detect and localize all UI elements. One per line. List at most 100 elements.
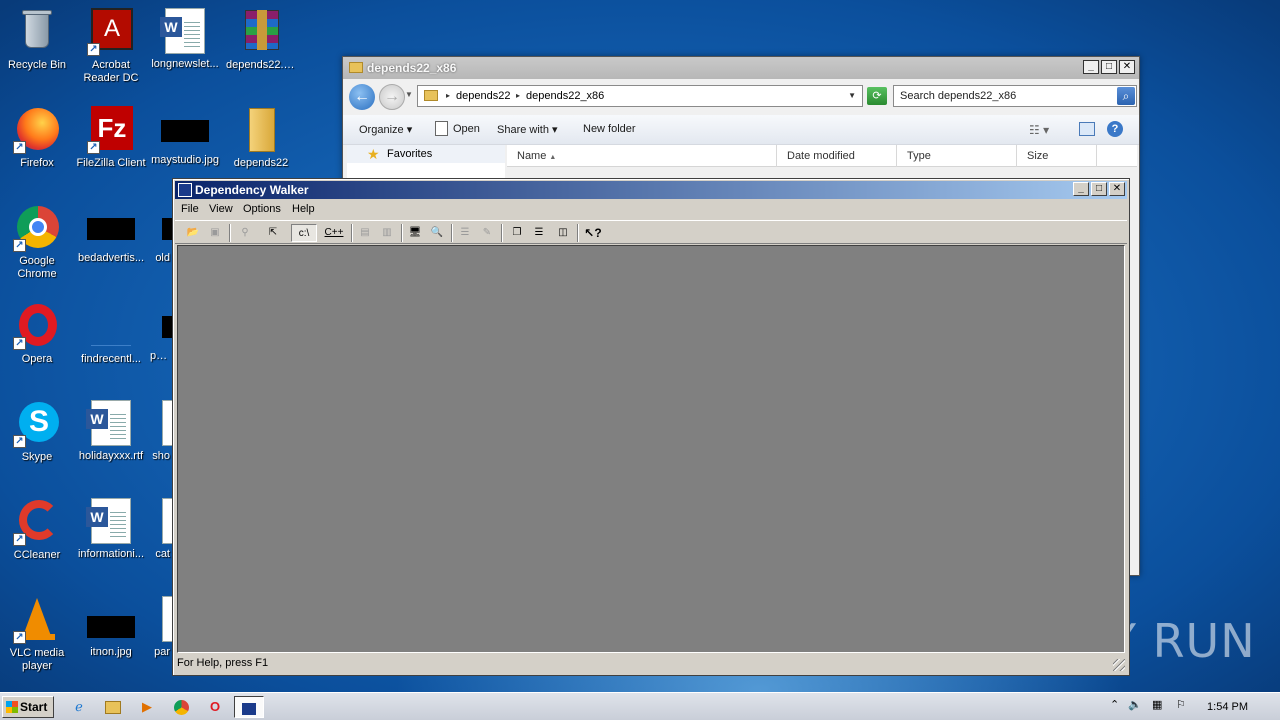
desktop-icon-holidayxxx[interactable]: W holidayxxx.rtf: [74, 400, 148, 463]
desktop-icon-sho[interactable]: sho: [148, 400, 172, 463]
collapse-icon[interactable]: ✎: [477, 224, 497, 242]
back-arrow-icon[interactable]: ←: [349, 84, 375, 110]
view-options-icon[interactable]: ☷ ▾: [1029, 123, 1049, 137]
organize-button[interactable]: Organize ▾: [359, 123, 412, 136]
desktop-icon-label: old: [155, 252, 170, 264]
save-icon[interactable]: ▣: [205, 224, 225, 242]
desktop-icon-informationi[interactable]: W informationi...: [74, 498, 148, 561]
column-header-name[interactable]: Name ▲: [507, 145, 777, 167]
search-input[interactable]: Search depends22_x86 ⌕: [893, 85, 1137, 107]
desktop-icon-findrecentl[interactable]: findrecentl...: [74, 302, 148, 366]
vlc-cone-icon: ↗: [13, 596, 61, 644]
mdi-client-area[interactable]: [177, 245, 1125, 653]
desktop-icon-depends22-folder[interactable]: depends22: [224, 106, 298, 170]
sort-ascending-icon: ▲: [549, 154, 557, 161]
forward-arrow-icon[interactable]: →: [379, 84, 405, 110]
desktop-icon-opera[interactable]: ↗ Opera: [0, 302, 74, 366]
open-folder-icon[interactable]: 📂: [183, 224, 203, 242]
opera-taskbar-icon[interactable]: O: [202, 696, 228, 718]
desktop-icon-par[interactable]: par: [148, 596, 172, 659]
full-paths-icon[interactable]: ⇱: [263, 224, 283, 242]
action-center-flag-icon[interactable]: ⚐: [1176, 698, 1186, 711]
chrome-taskbar-icon[interactable]: [168, 696, 194, 718]
search-icon[interactable]: ⌕: [1117, 87, 1135, 105]
address-dropdown-icon[interactable]: ▼: [848, 86, 856, 106]
desktop-icon-vlc[interactable]: ↗ VLC media player: [0, 596, 74, 673]
tile-horizontal-icon[interactable]: ☰: [529, 224, 549, 242]
desktop-icon-acrobat[interactable]: A ↗ Acrobat Reader DC: [74, 8, 148, 85]
help-icon[interactable]: ?: [1107, 121, 1123, 137]
menu-options[interactable]: Options: [243, 203, 281, 215]
expand-icon[interactable]: ☰: [455, 224, 475, 242]
minimize-button[interactable]: _: [1083, 60, 1099, 74]
external-viewer-icon[interactable]: 🔍: [427, 224, 447, 242]
desktop-icon-label: Recycle Bin: [7, 59, 67, 71]
dependency-walker-taskbar-button[interactable]: [234, 696, 264, 718]
breadcrumb-chevron-icon[interactable]: ▸: [516, 86, 520, 106]
address-bar[interactable]: ▸ depends22 ▸ depends22_x86 ▼: [417, 85, 863, 107]
cascade-icon[interactable]: ❐: [507, 224, 527, 242]
desktop-icon-firefox[interactable]: ↗ Firefox: [0, 106, 74, 170]
media-player-icon[interactable]: ▶: [134, 696, 160, 718]
image-thumbnail: [87, 616, 135, 638]
desktop-icon-old[interactable]: old: [148, 204, 172, 265]
context-help-icon[interactable]: ↖?: [583, 224, 603, 242]
desktop-icon-chrome[interactable]: ↗ Google Chrome: [0, 204, 74, 281]
resize-grip[interactable]: [1113, 659, 1125, 671]
modules-icon[interactable]: ▤: [355, 224, 375, 242]
dependency-walker-window[interactable]: Dependency Walker _ □ ✕ File View Option…: [172, 178, 1130, 676]
folder-icon: [349, 62, 363, 73]
favorites-item[interactable]: ★ Favorites: [347, 145, 505, 163]
share-with-button[interactable]: Share with ▾: [497, 123, 558, 136]
breadcrumb-chevron-icon[interactable]: ▸: [446, 86, 450, 106]
recent-pages-chevron-icon[interactable]: ▼: [405, 90, 413, 99]
desktop-icon-label: longnewslet...: [151, 58, 219, 70]
preview-pane-icon[interactable]: [1079, 122, 1095, 136]
find-icon[interactable]: ⚲: [235, 224, 255, 242]
close-button[interactable]: ✕: [1109, 182, 1125, 196]
desktop-icon-bedadvertis[interactable]: bedadvertis...: [74, 204, 148, 265]
file-explorer-icon[interactable]: [100, 696, 126, 718]
desktop-icon-longnewslet[interactable]: W longnewslet...: [148, 8, 222, 71]
view-full-paths-button[interactable]: c:\: [291, 224, 317, 242]
column-headers: Name ▲ Date modified Type Size: [507, 145, 1137, 167]
refresh-icon[interactable]: ⟳: [867, 87, 887, 105]
column-header-date-modified[interactable]: Date modified: [777, 145, 897, 167]
start-button[interactable]: Start: [2, 696, 54, 718]
show-hidden-icons-chevron[interactable]: ⌃: [1110, 698, 1119, 711]
explorer-titlebar[interactable]: depends22_x86 _ □ ✕: [343, 57, 1139, 79]
new-folder-button[interactable]: New folder: [583, 123, 636, 135]
column-header-size[interactable]: Size: [1017, 145, 1097, 167]
open-button[interactable]: Open: [453, 123, 480, 135]
address-row: ← → ▼ ▸ depends22 ▸ depends22_x86 ▼ ⟳ Se…: [343, 81, 1139, 113]
maximize-button[interactable]: □: [1101, 60, 1117, 74]
desktop-icon-skype[interactable]: S ↗ Skype: [0, 400, 74, 464]
breadcrumb-item[interactable]: depends22_x86: [526, 86, 604, 106]
desktop-icon-filezilla[interactable]: Fz ↗ FileZilla Client: [74, 106, 148, 170]
volume-icon[interactable]: 🔈: [1128, 698, 1142, 711]
properties-icon[interactable]: ▥: [377, 224, 397, 242]
firefox-icon: ↗: [13, 106, 61, 154]
close-button[interactable]: ✕: [1119, 60, 1135, 74]
dw-titlebar[interactable]: Dependency Walker _ □ ✕: [175, 181, 1127, 199]
desktop-icon-ccleaner[interactable]: ↗ CCleaner: [0, 498, 74, 562]
desktop-icon-maystudio[interactable]: maystudio.jpg: [148, 106, 222, 167]
breadcrumb-item[interactable]: depends22: [456, 86, 510, 106]
clock[interactable]: 1:54 PM: [1207, 701, 1248, 713]
network-icon[interactable]: ▦: [1152, 698, 1162, 711]
maximize-button[interactable]: □: [1091, 182, 1107, 196]
desktop-icon-pmb[interactable]: pmb: [148, 302, 172, 363]
column-header-type[interactable]: Type: [897, 145, 1017, 167]
desktop-icon-cat[interactable]: cat: [148, 498, 172, 561]
menu-view[interactable]: View: [209, 203, 233, 215]
desktop-icon-depends22-zip[interactable]: depends22.zip: [224, 8, 298, 72]
minimize-button[interactable]: _: [1073, 182, 1089, 196]
undecorate-cpp-button[interactable]: C++: [321, 224, 347, 242]
internet-explorer-icon[interactable]: ℯ: [66, 696, 92, 718]
menu-file[interactable]: File: [181, 203, 199, 215]
menu-help[interactable]: Help: [292, 203, 315, 215]
system-info-icon[interactable]: 🖥: [405, 224, 425, 242]
desktop-icon-itnon[interactable]: itnon.jpg: [74, 596, 148, 659]
tile-vertical-icon[interactable]: ◫: [553, 224, 573, 242]
desktop-icon-recycle-bin[interactable]: Recycle Bin: [0, 8, 74, 72]
